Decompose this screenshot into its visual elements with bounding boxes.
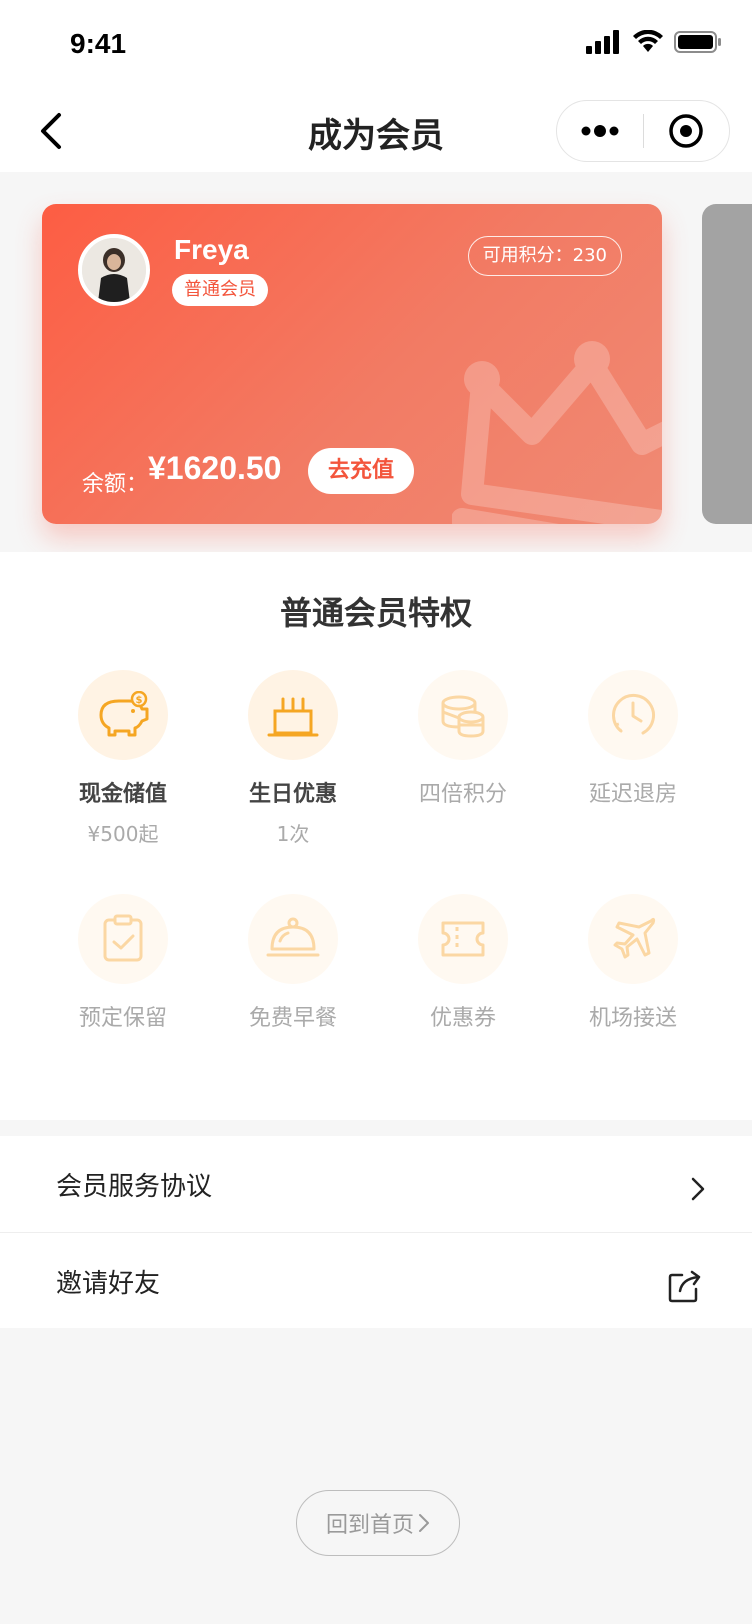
status-bar: 9:41	[0, 0, 752, 90]
back-to-home-button[interactable]: 回到首页	[296, 1490, 460, 1556]
chevron-right-icon	[419, 1514, 429, 1532]
list-item-member-agreement[interactable]: 会员服务协议	[0, 1136, 752, 1232]
airplane-icon	[613, 917, 656, 959]
privilege-label: 免费早餐	[248, 1006, 337, 1031]
svg-text:$: $	[136, 695, 143, 706]
close-mini-program-button[interactable]	[644, 101, 730, 161]
avatar[interactable]	[78, 234, 150, 306]
battery-icon	[674, 31, 721, 53]
privilege-label: 预定保留	[78, 1006, 167, 1031]
piggy-bank-icon: $	[99, 691, 149, 737]
target-circle-icon	[669, 114, 703, 148]
privilege-item-quad-points[interactable]: 四倍积分	[378, 670, 548, 808]
coins-icon	[441, 695, 485, 738]
privilege-item-cash-storage[interactable]: $ 现金储值 ¥500起	[38, 670, 208, 847]
clipboard-check-icon	[103, 914, 143, 962]
privilege-label: 生日优惠	[248, 782, 337, 807]
privilege-label: 优惠券	[429, 1006, 496, 1031]
list-item-invite-friends[interactable]: 邀请好友	[0, 1232, 752, 1328]
chevron-right-icon	[691, 1177, 705, 1201]
privilege-item-airport-transfer[interactable]: 机场接送	[548, 894, 718, 1032]
privilege-item-reservation-hold[interactable]: 预定保留	[38, 894, 208, 1032]
food-cloche-icon	[266, 917, 320, 957]
privilege-icon-wrap	[418, 894, 508, 984]
member-card-carousel[interactable]: Freya 普通会员 可用积分：230 余额： ¥1620.50 去充值	[0, 172, 752, 552]
privilege-icon-wrap	[588, 894, 678, 984]
more-button[interactable]	[557, 101, 643, 161]
birthday-cake-icon	[267, 697, 319, 737]
signal-icon	[586, 30, 619, 54]
list-item-label: 会员服务协议	[56, 1172, 213, 1202]
privilege-icon-wrap	[248, 894, 338, 984]
privileges-section: 普通会员特权 $ 现金储值 ¥500起 生日优惠 1次 四倍积分 延迟退房 预定…	[0, 552, 752, 1120]
privilege-label: 四倍积分	[418, 782, 507, 807]
wifi-icon	[633, 30, 663, 52]
mini-program-capsule	[556, 100, 730, 162]
share-icon	[668, 1270, 701, 1303]
privilege-icon-wrap	[588, 670, 678, 760]
privilege-item-birthday[interactable]: 生日优惠 1次	[208, 670, 378, 847]
list-item-label: 邀请好友	[56, 1269, 161, 1299]
user-name: Freya	[174, 234, 249, 265]
back-to-home-label: 回到首页	[325, 1513, 414, 1538]
nav-bar: 成为会员	[0, 90, 752, 172]
privilege-sub: 1次	[276, 822, 310, 846]
privilege-icon-wrap	[248, 670, 338, 760]
privilege-item-coupon[interactable]: 优惠券	[378, 894, 548, 1032]
member-card[interactable]: Freya 普通会员 可用积分：230 余额： ¥1620.50 去充值	[42, 204, 662, 524]
status-icons	[586, 30, 722, 54]
privilege-icon-wrap: $	[78, 670, 168, 760]
privileges-title: 普通会员特权	[279, 594, 472, 632]
privilege-label: 延迟退房	[588, 782, 677, 807]
settings-list: 会员服务协议 邀请好友	[0, 1136, 752, 1328]
coupon-icon	[441, 921, 485, 957]
privilege-icon-wrap	[78, 894, 168, 984]
more-dots-icon	[581, 125, 619, 137]
crown-watermark-icon	[452, 341, 662, 524]
avatar-person-icon	[82, 238, 146, 302]
status-time: 9:41	[70, 28, 127, 59]
balance-amount: ¥1620.50	[148, 450, 282, 486]
recharge-button[interactable]: 去充值	[308, 448, 414, 494]
privilege-item-free-breakfast[interactable]: 免费早餐	[208, 894, 378, 1032]
balance-label: 余额：	[82, 472, 149, 497]
member-level-badge: 普通会员	[172, 274, 268, 306]
privilege-label: 现金储值	[78, 782, 167, 807]
privilege-sub: ¥500起	[87, 822, 159, 846]
clock-icon	[612, 693, 656, 735]
privilege-item-late-checkout[interactable]: 延迟退房	[548, 670, 718, 808]
privilege-icon-wrap	[418, 670, 508, 760]
privilege-label: 机场接送	[588, 1006, 677, 1031]
next-member-card[interactable]	[702, 204, 752, 524]
points-badge[interactable]: 可用积分：230	[467, 236, 622, 276]
